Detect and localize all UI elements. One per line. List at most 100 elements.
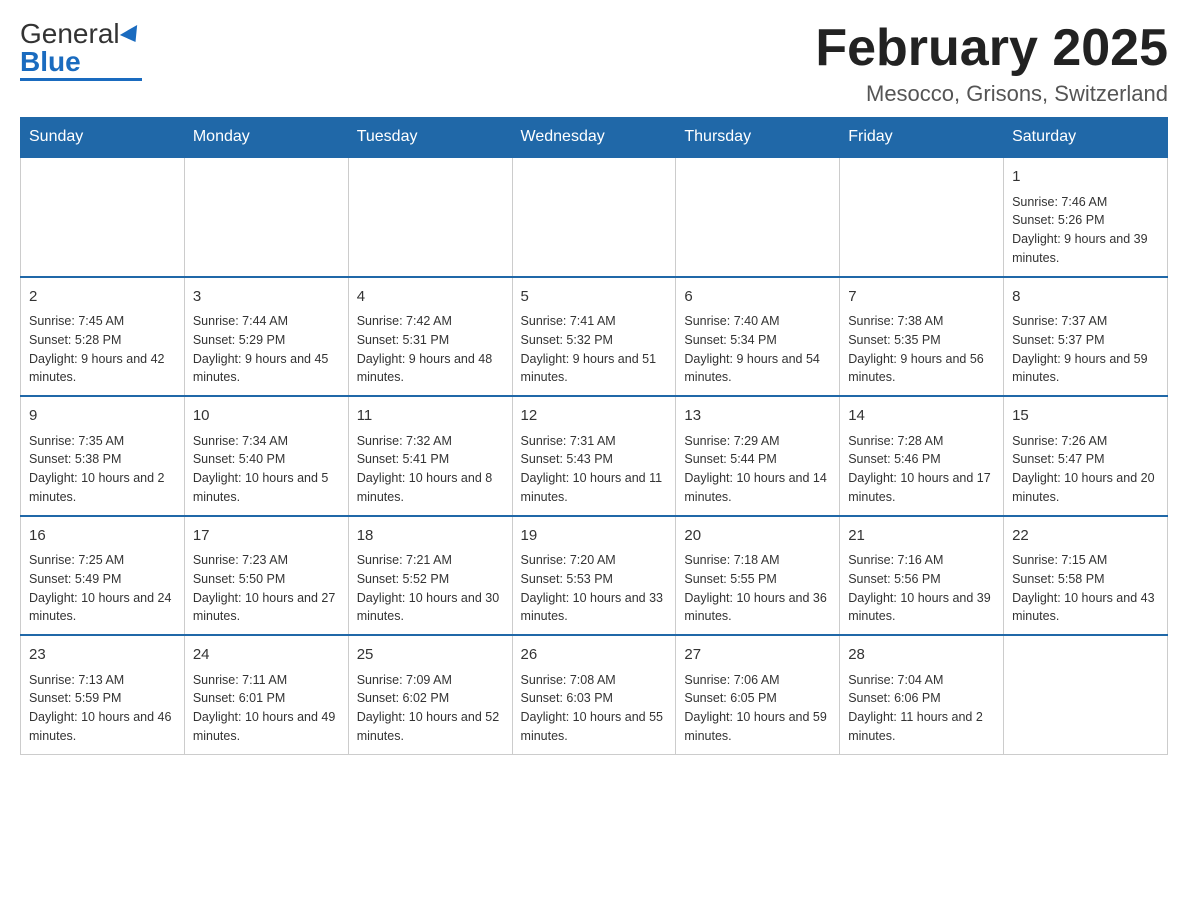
page-header: General Blue February 2025 Mesocco, Gris… (20, 20, 1168, 107)
day-info: Sunrise: 7:13 AMSunset: 5:59 PMDaylight:… (29, 671, 176, 746)
day-info: Sunrise: 7:35 AMSunset: 5:38 PMDaylight:… (29, 432, 176, 507)
day-cell (840, 157, 1004, 277)
day-number: 28 (848, 644, 995, 667)
day-info: Sunrise: 7:21 AMSunset: 5:52 PMDaylight:… (357, 551, 504, 626)
logo-underline (20, 78, 142, 81)
day-cell: 11 Sunrise: 7:32 AMSunset: 5:41 PMDayligh… (348, 396, 512, 516)
week-row-5: 23 Sunrise: 7:13 AMSunset: 5:59 PMDayligh… (21, 635, 1168, 754)
day-cell: 19 Sunrise: 7:20 AMSunset: 5:53 PMDayligh… (512, 516, 676, 636)
day-info: Sunrise: 7:23 AMSunset: 5:50 PMDaylight:… (193, 551, 340, 626)
day-cell: 26 Sunrise: 7:08 AMSunset: 6:03 PMDayligh… (512, 635, 676, 754)
day-cell: 1Sunrise: 7:46 AMSunset: 5:26 PMDaylight… (1004, 157, 1168, 277)
day-cell: 24 Sunrise: 7:11 AMSunset: 6:01 PMDayligh… (184, 635, 348, 754)
week-row-2: 2 Sunrise: 7:45 AMSunset: 5:28 PMDaylight… (21, 277, 1168, 397)
day-number: 15 (1012, 405, 1159, 428)
day-number: 22 (1012, 525, 1159, 548)
day-cell: 9Sunrise: 7:35 AMSunset: 5:38 PMDaylight… (21, 396, 185, 516)
month-title: February 2025 (815, 20, 1168, 77)
day-cell: 28 Sunrise: 7:04 AMSunset: 6:06 PMDayligh… (840, 635, 1004, 754)
day-cell: 22Sunrise: 7:15 AMSunset: 5:58 PMDayligh… (1004, 516, 1168, 636)
day-info: Sunrise: 7:18 AMSunset: 5:55 PMDaylight:… (684, 551, 831, 626)
day-info: Sunrise: 7:41 AMSunset: 5:32 PMDaylight:… (521, 312, 668, 387)
header-tuesday: Tuesday (348, 118, 512, 158)
day-number: 7 (848, 286, 995, 309)
header-monday: Monday (184, 118, 348, 158)
day-info: Sunrise: 7:26 AMSunset: 5:47 PMDaylight:… (1012, 432, 1159, 507)
day-number: 3 (193, 286, 340, 309)
day-info: Sunrise: 7:42 AMSunset: 5:31 PMDaylight:… (357, 312, 504, 387)
day-number: 1 (1012, 166, 1159, 189)
day-info: Sunrise: 7:20 AMSunset: 5:53 PMDaylight:… (521, 551, 668, 626)
day-cell: 15 Sunrise: 7:26 AMSunset: 5:47 PMDayligh… (1004, 396, 1168, 516)
day-info: Sunrise: 7:28 AMSunset: 5:46 PMDaylight:… (848, 432, 995, 507)
day-cell: 27 Sunrise: 7:06 AMSunset: 6:05 PMDayligh… (676, 635, 840, 754)
day-number: 11 (357, 405, 504, 428)
day-cell: 14 Sunrise: 7:28 AMSunset: 5:46 PMDayligh… (840, 396, 1004, 516)
day-cell: 6 Sunrise: 7:40 AMSunset: 5:34 PMDaylight… (676, 277, 840, 397)
header-sunday: Sunday (21, 118, 185, 158)
day-number: 19 (521, 525, 668, 548)
day-cell: 17 Sunrise: 7:23 AMSunset: 5:50 PMDayligh… (184, 516, 348, 636)
day-number: 25 (357, 644, 504, 667)
day-cell: 12 Sunrise: 7:31 AMSunset: 5:43 PMDayligh… (512, 396, 676, 516)
day-info: Sunrise: 7:04 AMSunset: 6:06 PMDaylight:… (848, 671, 995, 746)
day-cell: 2 Sunrise: 7:45 AMSunset: 5:28 PMDaylight… (21, 277, 185, 397)
day-info: Sunrise: 7:32 AMSunset: 5:41 PMDaylight:… (357, 432, 504, 507)
logo-general: General (20, 18, 120, 49)
day-info: Sunrise: 7:25 AMSunset: 5:49 PMDaylight:… (29, 551, 176, 626)
day-info: Sunrise: 7:11 AMSunset: 6:01 PMDaylight:… (193, 671, 340, 746)
day-cell (512, 157, 676, 277)
day-info: Sunrise: 7:29 AMSunset: 5:44 PMDaylight:… (684, 432, 831, 507)
day-number: 17 (193, 525, 340, 548)
day-cell: 4 Sunrise: 7:42 AMSunset: 5:31 PMDaylight… (348, 277, 512, 397)
day-number: 18 (357, 525, 504, 548)
day-cell (184, 157, 348, 277)
day-info: Sunrise: 7:40 AMSunset: 5:34 PMDaylight:… (684, 312, 831, 387)
day-cell: 10Sunrise: 7:34 AMSunset: 5:40 PMDayligh… (184, 396, 348, 516)
day-number: 4 (357, 286, 504, 309)
day-number: 26 (521, 644, 668, 667)
day-number: 6 (684, 286, 831, 309)
day-cell: 13Sunrise: 7:29 AMSunset: 5:44 PMDayligh… (676, 396, 840, 516)
day-cell: 23 Sunrise: 7:13 AMSunset: 5:59 PMDayligh… (21, 635, 185, 754)
day-info: Sunrise: 7:38 AMSunset: 5:35 PMDaylight:… (848, 312, 995, 387)
day-cell (348, 157, 512, 277)
day-cell: 7 Sunrise: 7:38 AMSunset: 5:35 PMDaylight… (840, 277, 1004, 397)
day-cell (1004, 635, 1168, 754)
logo-blue: Blue (20, 46, 81, 77)
day-cell: 3 Sunrise: 7:44 AMSunset: 5:29 PMDaylight… (184, 277, 348, 397)
day-info: Sunrise: 7:45 AMSunset: 5:28 PMDaylight:… (29, 312, 176, 387)
week-row-1: 1Sunrise: 7:46 AMSunset: 5:26 PMDaylight… (21, 157, 1168, 277)
day-number: 24 (193, 644, 340, 667)
day-info: Sunrise: 7:06 AMSunset: 6:05 PMDaylight:… (684, 671, 831, 746)
day-info: Sunrise: 7:31 AMSunset: 5:43 PMDaylight:… (521, 432, 668, 507)
day-info: Sunrise: 7:37 AMSunset: 5:37 PMDaylight:… (1012, 312, 1159, 387)
day-info: Sunrise: 7:44 AMSunset: 5:29 PMDaylight:… (193, 312, 340, 387)
day-cell: 25 Sunrise: 7:09 AMSunset: 6:02 PMDayligh… (348, 635, 512, 754)
header-thursday: Thursday (676, 118, 840, 158)
header-friday: Friday (840, 118, 1004, 158)
day-number: 8 (1012, 286, 1159, 309)
day-cell: 20Sunrise: 7:18 AMSunset: 5:55 PMDayligh… (676, 516, 840, 636)
title-block: February 2025 Mesocco, Grisons, Switzerl… (815, 20, 1168, 107)
day-number: 23 (29, 644, 176, 667)
day-number: 12 (521, 405, 668, 428)
day-number: 2 (29, 286, 176, 309)
week-row-4: 16 Sunrise: 7:25 AMSunset: 5:49 PMDayligh… (21, 516, 1168, 636)
calendar-table: Sunday Monday Tuesday Wednesday Thursday… (20, 117, 1168, 755)
day-number: 10 (193, 405, 340, 428)
day-number: 14 (848, 405, 995, 428)
day-cell: 8 Sunrise: 7:37 AMSunset: 5:37 PMDaylight… (1004, 277, 1168, 397)
location-subtitle: Mesocco, Grisons, Switzerland (815, 81, 1168, 107)
day-number: 27 (684, 644, 831, 667)
day-cell: 18 Sunrise: 7:21 AMSunset: 5:52 PMDayligh… (348, 516, 512, 636)
logo-triangle-icon (119, 25, 143, 47)
day-cell: 21Sunrise: 7:16 AMSunset: 5:56 PMDayligh… (840, 516, 1004, 636)
day-cell (21, 157, 185, 277)
day-cell: 16 Sunrise: 7:25 AMSunset: 5:49 PMDayligh… (21, 516, 185, 636)
day-number: 16 (29, 525, 176, 548)
day-number: 5 (521, 286, 668, 309)
day-info: Sunrise: 7:09 AMSunset: 6:02 PMDaylight:… (357, 671, 504, 746)
day-info: Sunrise: 7:08 AMSunset: 6:03 PMDaylight:… (521, 671, 668, 746)
logo: General Blue (20, 20, 142, 81)
